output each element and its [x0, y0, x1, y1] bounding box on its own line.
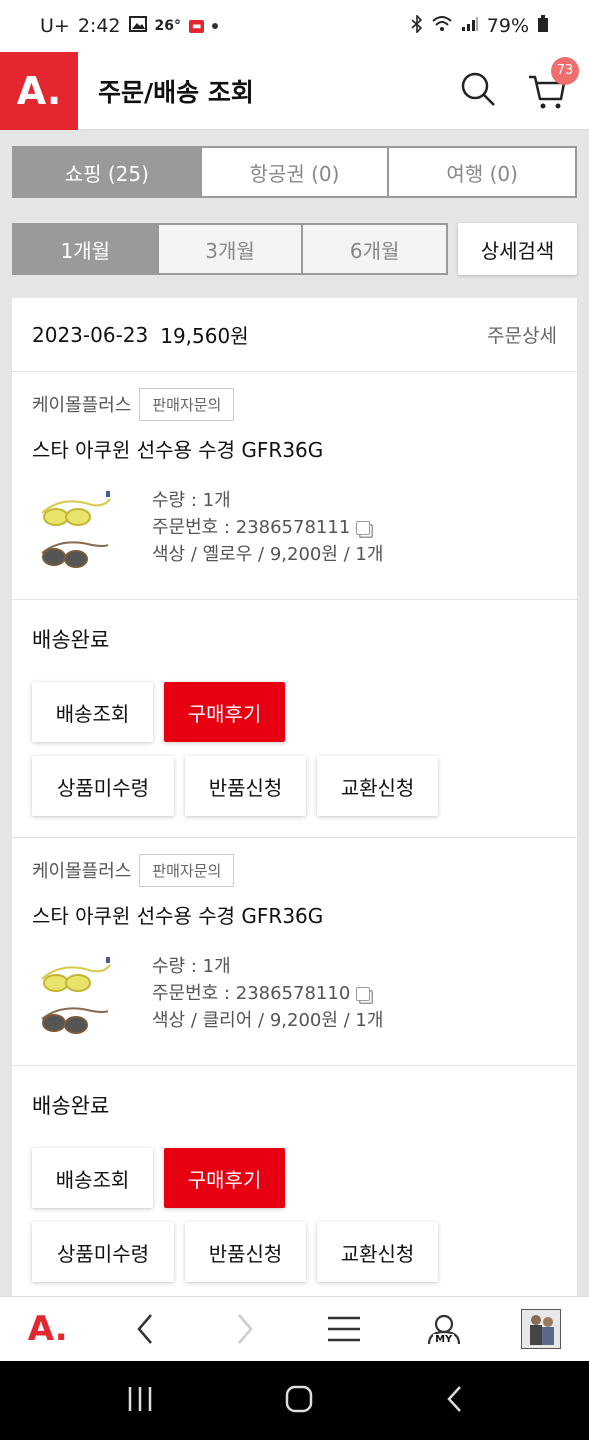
tab-shopping[interactable]: 쇼핑 (25)	[14, 148, 202, 196]
return-request-button[interactable]: 반품신청	[185, 756, 306, 816]
system-nav-bar	[0, 1361, 589, 1440]
signal-icon	[461, 15, 479, 37]
delivery-status: 배송완료	[32, 628, 110, 652]
write-review-button[interactable]: 구매후기	[164, 1148, 285, 1208]
copy-icon[interactable]	[356, 987, 371, 1001]
my-label: MY	[433, 1333, 455, 1345]
copy-icon[interactable]	[356, 521, 371, 535]
order-detail-link[interactable]: 주문상세	[487, 321, 557, 348]
recent-apps-icon[interactable]	[125, 1385, 155, 1417]
seller-name[interactable]: 케이몰플러스	[32, 857, 131, 883]
cart-count-badge: 73	[551, 56, 579, 85]
track-delivery-button[interactable]: 배송조회	[32, 682, 153, 742]
search-icon[interactable]	[459, 70, 497, 112]
order-number: 주문번호 : 2386578110	[152, 983, 351, 1004]
not-received-button[interactable]: 상품미수령	[32, 756, 174, 816]
battery-percent: 79%	[486, 15, 529, 37]
carrier: U+	[40, 15, 70, 37]
delivery-status-block: 배송완료 배송조회 구매후기 상품미수령 반품신청 교환신청	[12, 600, 577, 838]
battery-icon	[537, 14, 549, 38]
forward-icon[interactable]	[223, 1307, 267, 1351]
gallery-icon	[128, 15, 147, 37]
home-logo[interactable]: A.	[0, 51, 78, 130]
notification-badge-icon: ▬	[188, 19, 205, 33]
temperature: 26°	[154, 18, 181, 34]
detail-search-button[interactable]: 상세검색	[458, 223, 577, 275]
status-bar: U+ 2:42 26° ▬ 79%	[0, 0, 589, 52]
logo-text: A.	[16, 68, 62, 113]
period-tabs: 1개월 3개월 6개월	[12, 223, 448, 275]
item-option: 색상 / 클리어 / 9,200원 / 1개	[152, 1010, 384, 1031]
product-thumbnail[interactable]	[32, 953, 128, 1043]
delivery-status: 배송완료	[32, 1094, 110, 1118]
item-quantity: 수량 : 1개	[152, 956, 231, 977]
bottom-nav: A. MY	[0, 1296, 589, 1361]
tab-6-months[interactable]: 6개월	[303, 225, 446, 273]
seller-name[interactable]: 케이몰플러스	[32, 391, 131, 417]
seller-inquiry-button[interactable]: 판매자문의	[139, 853, 235, 887]
order-header: 2023-06-23 19,560원 주문상세	[12, 298, 577, 372]
track-delivery-button[interactable]: 배송조회	[32, 1148, 153, 1208]
page-title: 주문/배송 조회	[98, 77, 254, 107]
item-quantity: 수량 : 1개	[152, 490, 231, 511]
return-request-button[interactable]: 반품신청	[185, 1222, 306, 1282]
product-name[interactable]: 스타 아쿠윈 선수용 수경 GFR36G	[32, 434, 557, 463]
wifi-icon	[431, 15, 453, 38]
app-header: A. 주문/배송 조회 73	[0, 51, 589, 130]
order-number: 주문번호 : 2386578111	[152, 517, 351, 538]
not-received-button[interactable]: 상품미수령	[32, 1222, 174, 1282]
seller-inquiry-button[interactable]: 판매자문의	[139, 387, 235, 421]
tab-flights[interactable]: 항공권 (0)	[202, 148, 390, 196]
tab-3-months[interactable]: 3개월	[159, 225, 304, 273]
exchange-request-button[interactable]: 교환신청	[317, 756, 438, 816]
system-back-icon[interactable]	[444, 1384, 464, 1418]
home-logo-button[interactable]: A.	[28, 1309, 68, 1349]
order-item: 케이몰플러스 판매자문의 스타 아쿠윈 선수용 수경 GFR36G 수량 : 1…	[12, 372, 577, 600]
item-option: 색상 / 옐로우 / 9,200원 / 1개	[152, 544, 384, 565]
exchange-request-button[interactable]: 교환신청	[317, 1222, 438, 1282]
dot-icon	[212, 23, 219, 29]
order-card: 2023-06-23 19,560원 주문상세 케이몰플러스 판매자문의 스타 …	[12, 298, 577, 1298]
write-review-button[interactable]: 구매후기	[164, 682, 285, 742]
category-tabs: 쇼핑 (25) 항공권 (0) 여행 (0)	[12, 146, 577, 198]
tab-travel[interactable]: 여행 (0)	[389, 148, 575, 196]
home-icon[interactable]	[284, 1384, 314, 1418]
product-name[interactable]: 스타 아쿠윈 선수용 수경 GFR36G	[32, 900, 557, 929]
order-date: 2023-06-23	[32, 322, 149, 347]
product-thumbnail[interactable]	[32, 487, 128, 577]
back-icon[interactable]	[123, 1307, 167, 1351]
recent-view-thumbnail[interactable]	[521, 1309, 562, 1349]
order-total: 19,560원	[160, 324, 249, 348]
my-page-button[interactable]: MY	[422, 1307, 466, 1351]
tab-1-month[interactable]: 1개월	[14, 225, 159, 273]
order-item: 케이몰플러스 판매자문의 스타 아쿠윈 선수용 수경 GFR36G 수량 : 1…	[12, 838, 577, 1066]
clock: 2:42	[77, 15, 121, 37]
bluetooth-icon	[411, 13, 423, 38]
delivery-status-block: 배송완료 배송조회 구매후기 상품미수령 반품신청 교환신청	[12, 1066, 577, 1298]
cart-button[interactable]: 73	[527, 56, 579, 111]
menu-icon[interactable]	[322, 1307, 366, 1351]
